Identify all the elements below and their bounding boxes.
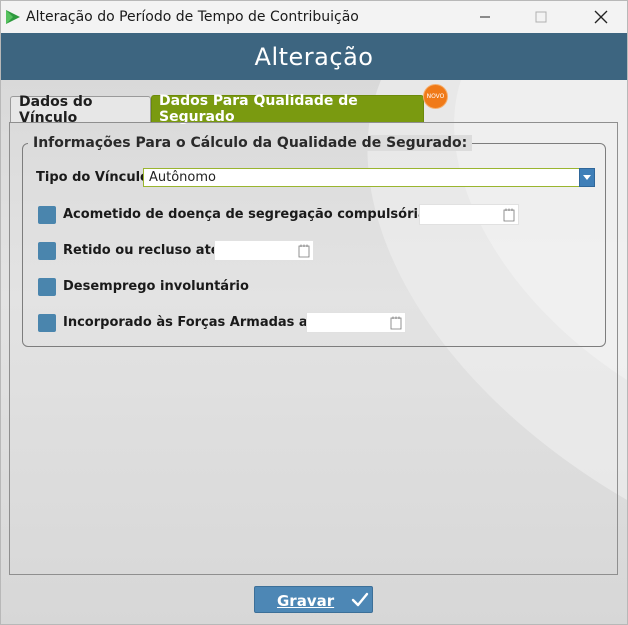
dialog-body: Dados do Vínculo Dados Para Qualidade de… [1,80,627,624]
calendar-icon [503,208,515,222]
page-header: Alteração [1,33,627,80]
app-logo-icon [6,10,20,24]
calculation-group: Informações Para o Cálculo da Qualidade … [22,135,606,347]
calendar-icon [390,316,402,330]
group-title: Informações Para o Cálculo da Qualidade … [28,135,473,151]
checkbox-doenca-segregacao[interactable] [38,206,56,224]
save-button-label: Gravar [277,592,335,610]
tab-label: Dados do Vínculo [19,93,93,126]
tipo-vinculo-select[interactable]: Autônomo [143,168,594,187]
maximize-button[interactable] [518,1,564,33]
tipo-vinculo-value: Autônomo [149,170,216,185]
badge-label: NOVO [426,93,445,100]
retido-recluso-label: Retido ou recluso até [63,243,220,258]
tab-dados-qualidade-segurado[interactable]: Dados Para Qualidade de Segurado [151,93,424,125]
chevron-down-icon [583,175,591,180]
title-bar: Alteração do Período de Tempo de Contrib… [1,1,627,33]
forcas-armadas-date-input[interactable] [306,312,406,333]
close-icon [594,10,608,24]
checkbox-forcas-armadas[interactable] [38,314,56,332]
maximize-icon [535,11,547,23]
save-button[interactable]: Gravar [254,586,373,613]
dropdown-button[interactable] [579,168,595,187]
doenca-segregacao-label: Acometido de doença de segregação compul… [63,207,456,222]
tab-panel: Informações Para o Cálculo da Qualidade … [9,122,618,575]
new-badge: NOVO [423,84,448,109]
checkbox-retido-recluso[interactable] [38,242,56,260]
calendar-icon [298,244,310,258]
doenca-segregacao-date-input[interactable] [419,204,519,225]
desemprego-label: Desemprego involuntário [63,279,249,294]
window-title: Alteração do Período de Tempo de Contrib… [26,9,359,25]
checkbox-desemprego[interactable] [38,278,56,296]
close-button[interactable] [578,1,624,33]
forcas-armadas-label: Incorporado às Forças Armadas até [63,315,323,330]
dialog-window: Alteração do Período de Tempo de Contrib… [0,0,628,625]
page-title: Alteração [254,42,374,71]
checkmark-icon [351,592,369,607]
minimize-button[interactable] [462,1,508,33]
minimize-icon [480,16,490,18]
retido-recluso-date-input[interactable] [214,240,314,261]
tab-dados-do-vinculo[interactable]: Dados do Vínculo [10,94,151,126]
tipo-vinculo-label: Tipo do Vínculo: [36,170,155,185]
tab-label: Dados Para Qualidade de Segurado [159,93,358,125]
